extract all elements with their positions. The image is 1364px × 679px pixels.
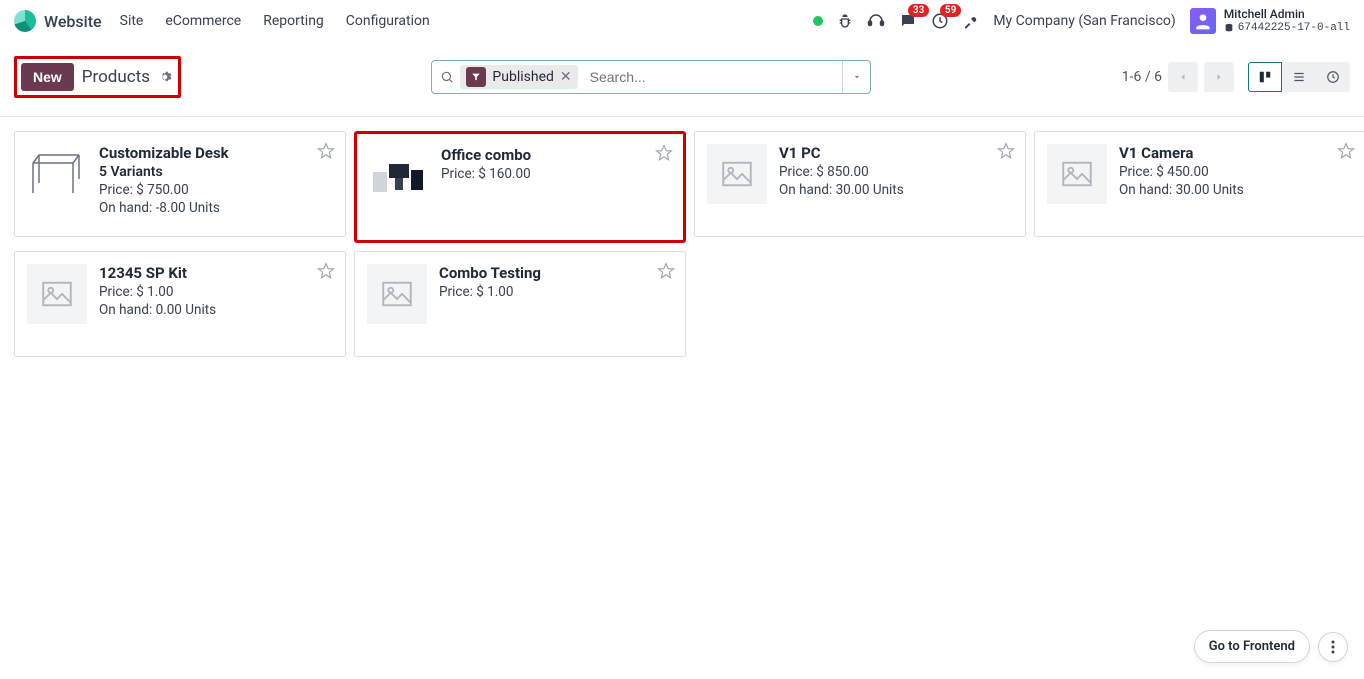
- product-price: Price: $ 750.00: [99, 182, 229, 198]
- tools-icon[interactable]: [963, 13, 979, 29]
- product-name: V1 Camera: [1119, 144, 1244, 162]
- filter-icon: [466, 67, 486, 87]
- floating-actions: Go to Frontend: [1194, 630, 1348, 663]
- cp-right: 1-6 / 6: [1122, 62, 1350, 92]
- page-title: Products: [82, 67, 150, 87]
- company-switcher[interactable]: My Company (San Francisco): [993, 13, 1175, 29]
- nav-reporting[interactable]: Reporting: [263, 13, 324, 29]
- pager: 1-6 / 6: [1122, 62, 1234, 92]
- product-name: Office combo: [441, 146, 531, 164]
- product-price: Price: $ 450.00: [1119, 164, 1244, 180]
- search-input[interactable]: [586, 61, 843, 93]
- product-thumb: [27, 144, 87, 204]
- breadcrumbs-highlight: New Products: [14, 56, 181, 98]
- user-menu[interactable]: Mitchell Admin 67442225-17-0-all: [1190, 7, 1350, 35]
- kebab-icon: [1331, 640, 1335, 654]
- user-name: Mitchell Admin: [1224, 7, 1350, 21]
- product-card[interactable]: V1 PC Price: $ 850.00 On hand: 30.00 Uni…: [694, 131, 1026, 237]
- support-icon[interactable]: [867, 12, 885, 30]
- presence-dot-icon: [813, 16, 823, 26]
- more-actions-button[interactable]: [1318, 632, 1348, 662]
- product-onhand: On hand: 0.00 Units: [99, 302, 216, 318]
- product-onhand: On hand: -8.00 Units: [99, 200, 229, 216]
- product-thumb: [367, 264, 427, 324]
- star-icon[interactable]: [997, 142, 1015, 160]
- product-thumb: [707, 144, 767, 204]
- product-thumb: [1047, 144, 1107, 204]
- view-kanban[interactable]: [1248, 62, 1282, 92]
- filter-chip-label: Published: [492, 69, 553, 85]
- user-db: 67442225-17-0-all: [1224, 22, 1350, 35]
- product-price: Price: $ 160.00: [441, 166, 531, 182]
- user-meta: Mitchell Admin 67442225-17-0-all: [1224, 7, 1350, 35]
- kanban-view: Customizable Desk 5 Variants Price: $ 75…: [0, 117, 1364, 371]
- product-onhand: On hand: 30.00 Units: [1119, 182, 1244, 198]
- view-activity[interactable]: [1316, 62, 1350, 92]
- star-icon[interactable]: [317, 262, 335, 280]
- brand-logo-icon: [14, 10, 36, 32]
- star-icon[interactable]: [1337, 142, 1355, 160]
- product-onhand: On hand: 30.00 Units: [779, 182, 904, 198]
- systray: 33 59 My Company (San Francisco) Mitchel…: [813, 7, 1350, 35]
- search-icon: [440, 70, 454, 84]
- view-list[interactable]: [1282, 62, 1316, 92]
- product-price: Price: $ 1.00: [439, 284, 541, 300]
- top-navbar: Website Site eCommerce Reporting Configu…: [0, 0, 1364, 42]
- pager-prev[interactable]: [1168, 62, 1198, 92]
- product-price: Price: $ 850.00: [779, 164, 904, 180]
- go-to-frontend-button[interactable]: Go to Frontend: [1194, 630, 1310, 663]
- product-card[interactable]: Customizable Desk 5 Variants Price: $ 75…: [14, 131, 346, 237]
- product-name: Customizable Desk: [99, 144, 229, 162]
- product-variants: 5 Variants: [99, 164, 229, 180]
- pager-next[interactable]: [1204, 62, 1234, 92]
- product-thumb: [369, 146, 429, 206]
- product-card[interactable]: Office combo Price: $ 160.00: [354, 131, 686, 243]
- star-icon[interactable]: [657, 262, 675, 280]
- product-price: Price: $ 1.00: [99, 284, 216, 300]
- messages-badge: 33: [908, 4, 929, 17]
- nav-configuration[interactable]: Configuration: [346, 13, 430, 29]
- brand-name: Website: [44, 12, 102, 31]
- pager-text: 1-6 / 6: [1122, 69, 1162, 85]
- star-icon[interactable]: [655, 144, 673, 162]
- nav-site[interactable]: Site: [120, 13, 144, 29]
- star-icon[interactable]: [317, 142, 335, 160]
- database-icon: [1224, 23, 1234, 33]
- product-card[interactable]: Combo Testing Price: $ 1.00: [354, 251, 686, 357]
- debug-icon[interactable]: [837, 13, 853, 29]
- product-name: 12345 SP Kit: [99, 264, 216, 282]
- activities-icon[interactable]: 59: [931, 12, 949, 30]
- product-card[interactable]: V1 Camera Price: $ 450.00 On hand: 30.00…: [1034, 131, 1364, 237]
- product-name: V1 PC: [779, 144, 904, 162]
- chevron-down-icon[interactable]: [842, 61, 870, 93]
- product-card[interactable]: 12345 SP Kit Price: $ 1.00 On hand: 0.00…: [14, 251, 346, 357]
- close-icon[interactable]: ✕: [560, 69, 572, 85]
- product-thumb: [27, 264, 87, 324]
- gear-icon[interactable]: [158, 70, 172, 84]
- search-bar: Published ✕: [431, 60, 871, 94]
- brand[interactable]: Website: [14, 10, 102, 32]
- avatar-icon: [1190, 8, 1216, 34]
- filter-chip-published[interactable]: Published ✕: [460, 65, 577, 89]
- messages-icon[interactable]: 33: [899, 12, 917, 30]
- view-switcher: [1248, 62, 1350, 92]
- activities-badge: 59: [940, 4, 961, 17]
- product-name: Combo Testing: [439, 264, 541, 282]
- nav-ecommerce[interactable]: eCommerce: [165, 13, 241, 29]
- nav-menu: Site eCommerce Reporting Configuration: [120, 13, 430, 29]
- new-button[interactable]: New: [21, 63, 74, 91]
- control-panel: New Products Published ✕ 1-6 / 6: [0, 42, 1364, 116]
